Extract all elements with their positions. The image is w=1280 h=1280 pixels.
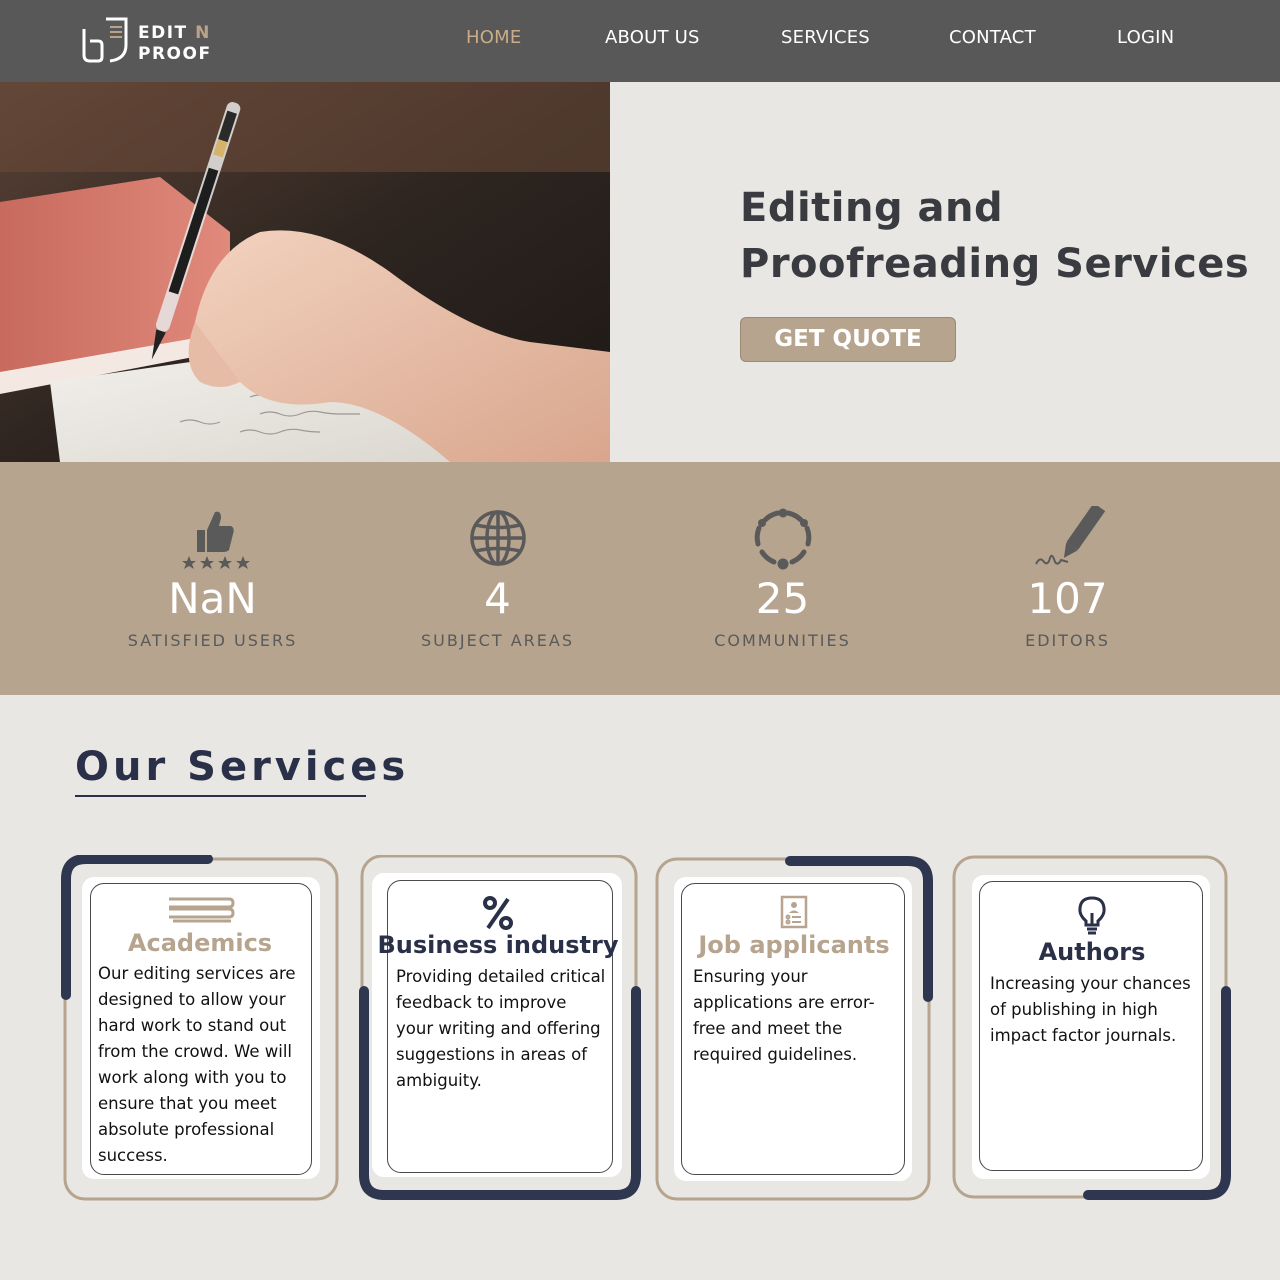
nav-services[interactable]: SERVICES (781, 27, 870, 48)
logo-line1-accent: N (195, 23, 211, 43)
card-title: Job applicants (698, 931, 890, 959)
hero-panel: Editing and Proofreading Services GET QU… (610, 82, 1280, 462)
thumbs-up-stars-icon (70, 506, 355, 572)
site-header: EDIT N PROOF HOME ABOUT US SERVICES CONT… (0, 0, 1280, 82)
stat-label: EDITORS (1025, 631, 1110, 650)
services-heading-underline (75, 795, 366, 797)
stat-editors: 107 EDITORS (925, 462, 1210, 695)
nav-about-us[interactable]: ABOUT US (605, 27, 700, 48)
service-card-job-applicants[interactable]: Job applicants Ensuring your application… (654, 855, 934, 1203)
services-heading: Our Services (75, 744, 410, 790)
pen-signature-icon (925, 506, 1210, 572)
stats-band: NaN SATISFIED USERS 4 SUBJECT AREAS 25 C… (0, 462, 1280, 695)
stat-communities: 25 COMMUNITIES (640, 462, 925, 695)
hero-title: Editing and Proofreading Services (740, 180, 1260, 292)
hero-writing-photo (0, 82, 610, 462)
dotted-circle-icon (640, 506, 925, 572)
stat-value: 25 (755, 574, 810, 623)
stat-value: 4 (484, 574, 511, 623)
logo-line2: PROOF (138, 44, 212, 64)
card-description: Providing detailed critical feedback to … (396, 967, 606, 1090)
stat-satisfied-users: NaN SATISFIED USERS (70, 462, 355, 695)
lightbulb-icon (952, 895, 1232, 937)
get-quote-button[interactable]: GET QUOTE (740, 317, 956, 362)
card-title: Academics (127, 929, 273, 957)
stat-label: SATISFIED USERS (127, 631, 298, 650)
card-description: Increasing your chances of publishing in… (990, 974, 1191, 1045)
nav-login[interactable]: LOGIN (1117, 27, 1174, 48)
percent-icon (358, 895, 638, 931)
hero-title-line1: Editing and (740, 185, 1004, 231)
stat-value: 107 (1027, 574, 1108, 623)
stat-label: SUBJECT AREAS (421, 631, 574, 650)
nav-contact[interactable]: CONTACT (949, 27, 1036, 48)
stat-subject-areas: 4 SUBJECT AREAS (355, 462, 640, 695)
stat-value: NaN (168, 574, 257, 623)
nav-home[interactable]: HOME (466, 27, 521, 48)
card-description: Our editing services are designed to all… (98, 964, 296, 1165)
hero-title-line2: Proofreading Services (740, 241, 1250, 287)
quote-logo-icon (82, 17, 128, 63)
resume-icon (654, 895, 934, 929)
hand-writing-photo-icon (0, 82, 610, 462)
globe-icon (355, 506, 640, 572)
logo-line1: EDIT (138, 23, 196, 43)
card-description: Ensuring your applications are error-fre… (693, 967, 875, 1064)
card-title: Authors (1038, 938, 1146, 966)
service-card-authors[interactable]: Authors Increasing your chances of publi… (952, 855, 1232, 1203)
stat-label: COMMUNITIES (714, 631, 851, 650)
service-card-business-industry[interactable]: Business industry Providing detailed cri… (358, 855, 641, 1203)
books-icon (60, 895, 340, 925)
service-card-academics[interactable]: Academics Our editing services are desig… (60, 855, 340, 1203)
edit-n-proof-logo[interactable]: EDIT N PROOF (80, 15, 220, 67)
logo-text: EDIT N PROOF (138, 23, 212, 65)
card-title: Business industry (377, 931, 619, 959)
